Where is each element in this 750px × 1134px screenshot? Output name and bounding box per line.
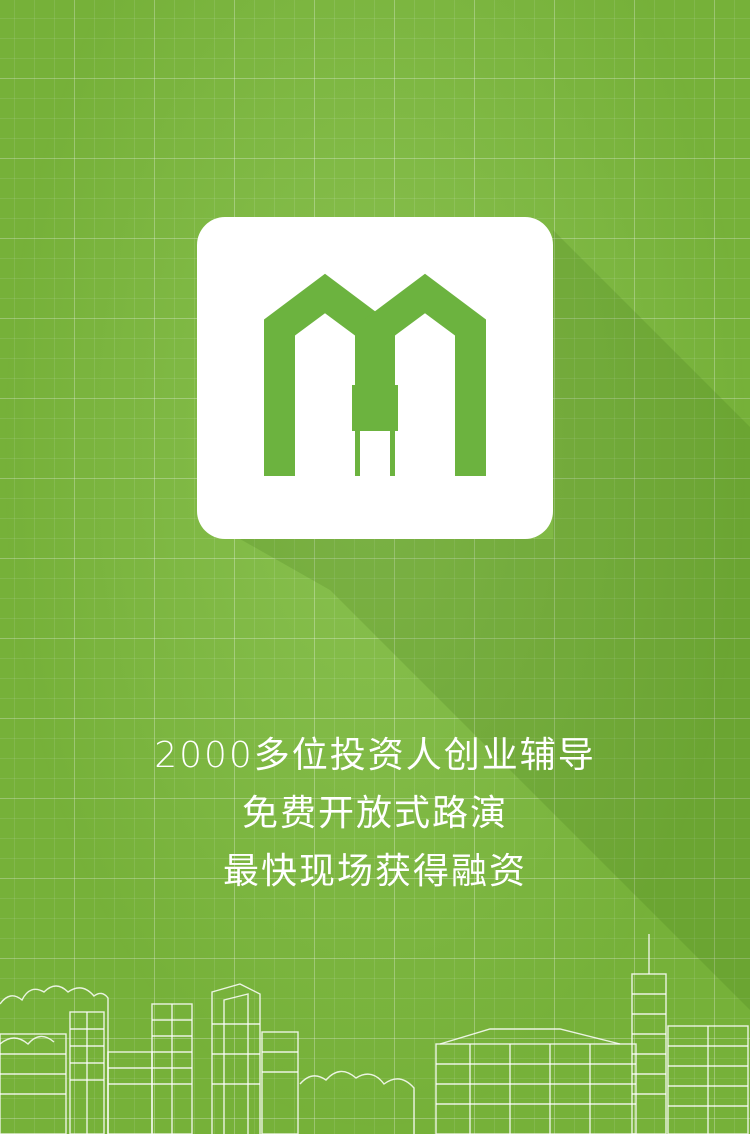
mh-house-logo-icon xyxy=(264,273,486,476)
slogan-line-2: 免费开放式路演 xyxy=(241,793,508,834)
city-skyline-illustration xyxy=(0,934,749,1134)
slogan-line-1: 2000多位投资人创业辅导 xyxy=(154,735,596,776)
splash-screen: 2000多位投资人创业辅导 免费开放式路演 最快现场获得融资 xyxy=(0,0,750,1134)
slogan-line-3: 最快现场获得融资 xyxy=(222,851,527,892)
app-logo xyxy=(197,217,553,539)
